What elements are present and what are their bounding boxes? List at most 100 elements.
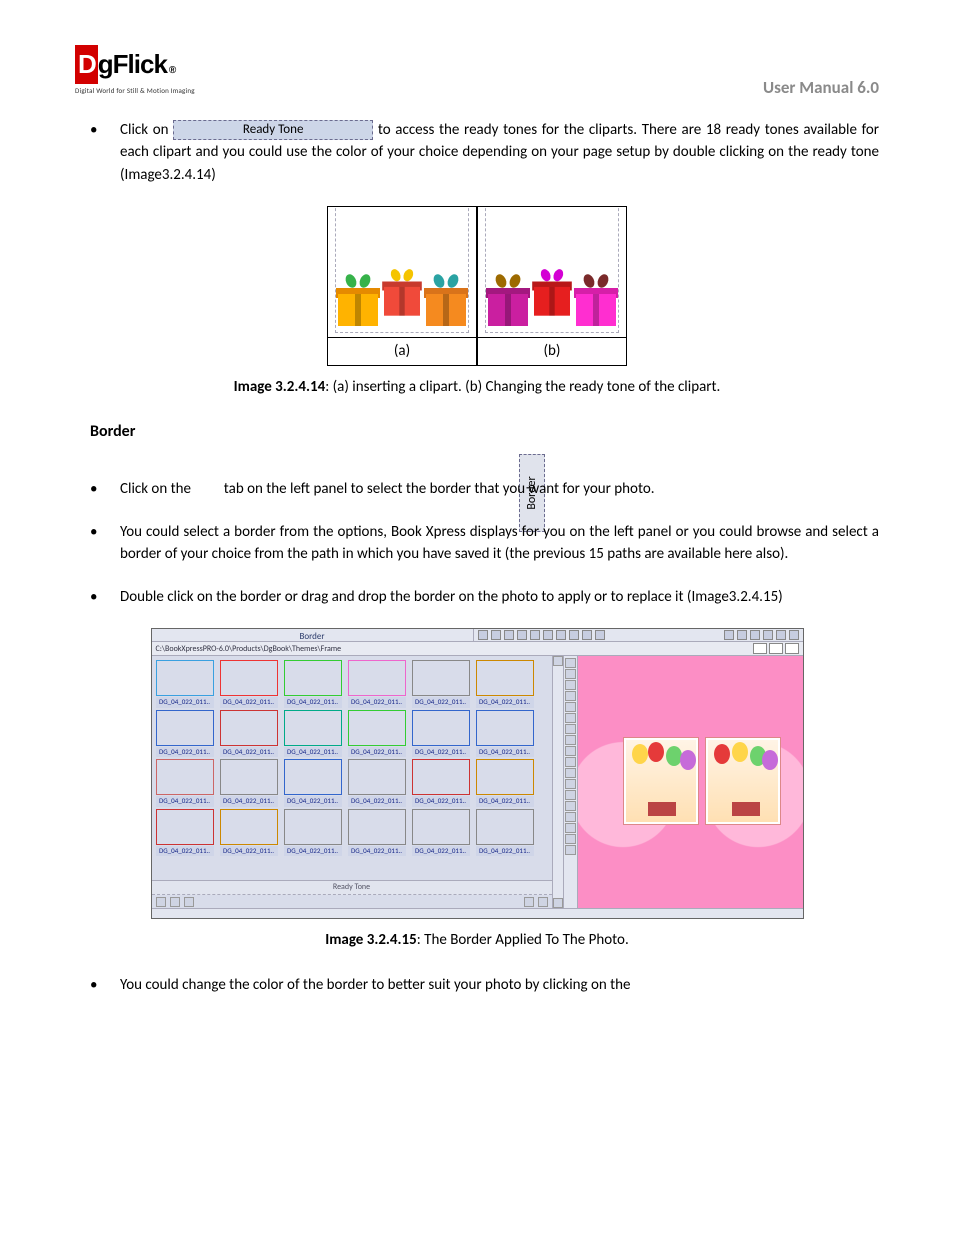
ss-left-bottom: Ready Tone	[152, 880, 552, 908]
toolbar-icon[interactable]	[763, 630, 773, 640]
toolbar-icon[interactable]	[789, 630, 799, 640]
tool-icon[interactable]	[565, 768, 576, 778]
border-thumb[interactable]: DG_04_022_011..	[348, 809, 406, 857]
zoom-icon[interactable]	[170, 897, 180, 907]
tool-icon[interactable]	[565, 735, 576, 745]
figure-a-label: (a)	[328, 337, 476, 365]
zoom-icon[interactable]	[184, 897, 194, 907]
border-thumb[interactable]: DG_04_022_011..	[156, 710, 214, 758]
tool-icon[interactable]	[565, 702, 576, 712]
border-thumb[interactable]: DG_04_022_011..	[284, 710, 342, 758]
logo: DgFlick® Digital World for Still & Motio…	[75, 45, 195, 97]
tool-icon[interactable]	[565, 812, 576, 822]
canvas-preview[interactable]	[578, 656, 803, 908]
border-thumb[interactable]: DG_04_022_011..	[348, 660, 406, 708]
toolbar-icon[interactable]	[556, 630, 566, 640]
caption-rest: : The Border Applied To The Photo.	[417, 931, 629, 949]
bottom-icon-row	[152, 895, 552, 909]
path-dropdown[interactable]	[753, 643, 767, 654]
toolbar-icon[interactable]	[569, 630, 579, 640]
border-thumb[interactable]: DG_04_022_011..	[476, 660, 534, 708]
scroll-up-icon[interactable]	[553, 656, 563, 666]
border-thumb[interactable]: DG_04_022_011..	[476, 809, 534, 857]
logo-rest: gFlick	[98, 45, 167, 84]
tool-icon[interactable]	[565, 724, 576, 734]
border-thumb[interactable]: DG_04_022_011..	[284, 809, 342, 857]
bullet-list-3: You could change the color of the border…	[75, 974, 879, 997]
undo-icon[interactable]	[582, 630, 592, 640]
redo-icon[interactable]	[595, 630, 605, 640]
tool-icon[interactable]	[565, 713, 576, 723]
border-thumb[interactable]: DG_04_022_011..	[412, 759, 470, 807]
tool-icon[interactable]	[565, 779, 576, 789]
browse-button[interactable]	[769, 643, 783, 654]
tool-icon[interactable]	[565, 790, 576, 800]
filter-icon[interactable]	[538, 897, 548, 907]
figure-cell-a: (a)	[327, 206, 477, 366]
bullet-select-border: You could select a border from the optio…	[90, 521, 879, 566]
bullet-list-1: Click on Ready Tone to access the ready …	[75, 119, 879, 187]
tool-icon[interactable]	[565, 658, 576, 668]
figure-cell-b: (b)	[477, 206, 627, 366]
clipart-image-a	[328, 207, 476, 337]
ss-toolbar	[474, 629, 803, 641]
tool-icon[interactable]	[565, 801, 576, 811]
border-thumb[interactable]: DG_04_022_011..	[412, 809, 470, 857]
toolbar-icon[interactable]	[530, 630, 540, 640]
toolbar-icon[interactable]	[543, 630, 553, 640]
border-thumb[interactable]: DG_04_022_011..	[476, 759, 534, 807]
section-heading-border: Border	[90, 420, 879, 444]
border-thumb[interactable]: DG_04_022_011..	[412, 710, 470, 758]
toolbar-icon[interactable]	[504, 630, 514, 640]
logo-subtitle: Digital World for Still & Motion Imaging	[75, 86, 195, 97]
bullet-change-color: You could change the color of the border…	[90, 974, 879, 997]
tool-icon[interactable]	[565, 823, 576, 833]
text: tab on the left panel to select the bord…	[224, 480, 655, 498]
thumbnail-grid: DG_04_022_011.. DG_04_022_011.. DG_04_02…	[152, 656, 552, 880]
toolbar-icon[interactable]	[517, 630, 527, 640]
ready-tone-button[interactable]: Ready Tone	[173, 120, 373, 140]
refresh-icon[interactable]	[785, 643, 799, 654]
photo-left[interactable]	[624, 738, 698, 824]
ready-tone-row[interactable]: Ready Tone	[152, 881, 552, 895]
border-thumb[interactable]: DG_04_022_011..	[476, 710, 534, 758]
toolbar-icon[interactable]	[491, 630, 501, 640]
fit-icon[interactable]	[750, 630, 760, 640]
text: Click on	[120, 121, 173, 139]
scrollbar[interactable]	[552, 656, 564, 908]
tool-icon[interactable]	[565, 746, 576, 756]
border-thumb[interactable]: DG_04_022_011..	[220, 759, 278, 807]
ss-body: DG_04_022_011.. DG_04_022_011.. DG_04_02…	[152, 656, 803, 908]
border-thumb[interactable]: DG_04_022_011..	[156, 759, 214, 807]
toolbar-icon[interactable]	[776, 630, 786, 640]
zoom-icon[interactable]	[156, 897, 166, 907]
sort-icon[interactable]	[524, 897, 534, 907]
border-thumb[interactable]: DG_04_022_011..	[156, 809, 214, 857]
border-thumb[interactable]: DG_04_022_011..	[348, 710, 406, 758]
zoom-in-icon[interactable]	[724, 630, 734, 640]
border-thumb[interactable]: DG_04_022_011..	[220, 809, 278, 857]
border-thumb[interactable]: DG_04_022_011..	[348, 759, 406, 807]
bullet-apply-border: Double click on the border or drag and d…	[90, 586, 879, 609]
toolbar-icon[interactable]	[478, 630, 488, 640]
tool-icon[interactable]	[565, 669, 576, 679]
border-thumb[interactable]: DG_04_022_011..	[156, 660, 214, 708]
tool-icon[interactable]	[565, 680, 576, 690]
border-thumb[interactable]: DG_04_022_011..	[220, 660, 278, 708]
ss-panel-title: Border	[152, 629, 474, 641]
bullet-list-2: Click on the tab on the left panel to se…	[75, 478, 879, 608]
photo-right[interactable]	[706, 738, 780, 824]
border-thumb[interactable]: DG_04_022_011..	[284, 660, 342, 708]
tool-icon[interactable]	[565, 757, 576, 767]
scroll-down-icon[interactable]	[553, 898, 563, 908]
tool-icon[interactable]	[565, 691, 576, 701]
tool-icon[interactable]	[565, 845, 576, 855]
tool-icon[interactable]	[565, 834, 576, 844]
border-thumb[interactable]: DG_04_022_011..	[284, 759, 342, 807]
border-thumb[interactable]: DG_04_022_011..	[220, 710, 278, 758]
zoom-out-icon[interactable]	[737, 630, 747, 640]
figure-3-2-4-14: (a) (b)	[75, 206, 879, 366]
ss-titlebar: Border	[152, 629, 803, 642]
logo-d: D	[75, 45, 98, 84]
border-thumb[interactable]: DG_04_022_011..	[412, 660, 470, 708]
